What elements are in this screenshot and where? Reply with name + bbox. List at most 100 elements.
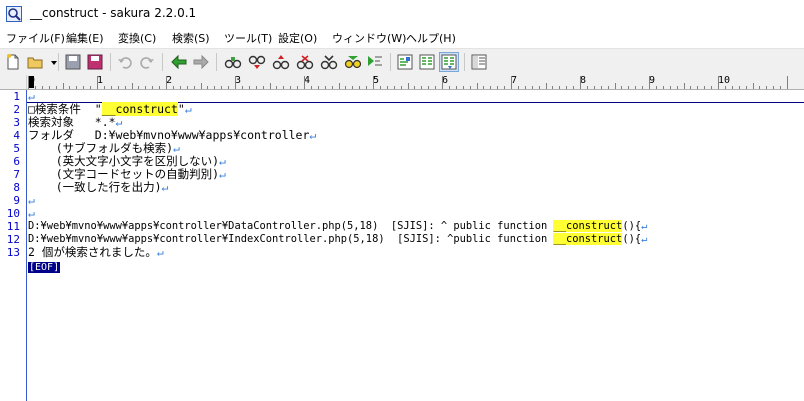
forward-arrow-icon[interactable]	[192, 53, 210, 71]
undo-icon[interactable]	[116, 53, 134, 71]
editor-line: (一致した行を出力)↵	[28, 180, 169, 194]
editor-line: 2 個が検索されました。↵	[28, 246, 164, 259]
menu-help[interactable]: ヘルプ(H)	[406, 30, 456, 46]
outline-icon[interactable]	[396, 53, 414, 71]
ruler-tick	[711, 86, 713, 89]
ruler-tick	[504, 86, 506, 89]
window-list-icon[interactable]	[470, 53, 488, 71]
ruler-tick	[724, 86, 726, 89]
ruler-tick	[207, 86, 209, 89]
eol-mark: ↵	[156, 245, 164, 259]
ruler-tick	[310, 86, 312, 89]
toolbar-separator	[58, 53, 59, 71]
ruler: 0 1 2 3 4 5 6 7 8 9 10	[0, 75, 804, 90]
title-bar: __construct - sakura 2.2.0.1	[0, 0, 804, 28]
ruler-tick	[766, 86, 768, 89]
line-text: D:¥web¥mvno¥www¥apps¥controller¥DataCont…	[28, 220, 554, 232]
app-magnifier-icon[interactable]	[6, 6, 22, 22]
ruler-tick	[131, 83, 133, 89]
ruler-tick	[649, 76, 650, 89]
ruler-tick	[90, 86, 92, 89]
ruler-tick	[393, 86, 395, 89]
ruler-tick	[193, 86, 195, 89]
ruler-tick	[628, 86, 630, 89]
line-text: フォルダ D:¥web¥mvno¥www¥apps¥controller	[28, 128, 310, 142]
ruler-tick	[545, 83, 547, 89]
grep-output-icon[interactable]	[439, 52, 459, 72]
eol-mark: ↵	[115, 115, 123, 129]
ruler-tick	[566, 86, 568, 89]
ruler-tick	[435, 86, 437, 89]
line-number: 11	[6, 220, 20, 233]
ruler-tick	[586, 86, 588, 89]
line-number: 10	[6, 207, 20, 220]
ruler-tick	[593, 86, 595, 89]
ruler-tick	[62, 83, 64, 89]
search-prev-icon[interactable]	[272, 53, 290, 71]
back-arrow-icon[interactable]	[170, 53, 188, 71]
line-number: 12	[6, 233, 20, 246]
save-icon[interactable]	[64, 53, 82, 71]
search-icon[interactable]	[224, 53, 242, 71]
ruler-tick	[704, 86, 706, 89]
ruler-tick	[124, 86, 126, 89]
ruler-tick	[462, 86, 464, 89]
ruler-corner	[0, 75, 27, 89]
search-next-icon[interactable]	[248, 53, 266, 71]
open-folder-icon[interactable]	[26, 53, 44, 71]
editor-area[interactable]: 1 2 3 4 5 6 7 8 9 10 11 12 13 ↵ □検索条件 "_…	[0, 90, 804, 401]
ruler-tick	[241, 86, 243, 89]
ruler-tick	[331, 86, 333, 89]
ruler-tick	[573, 86, 575, 89]
replace-icon[interactable]	[296, 53, 314, 71]
ruler-tick	[138, 86, 140, 89]
eol-mark: ↵	[641, 220, 648, 232]
ruler-tick	[642, 86, 644, 89]
clear-mark-icon[interactable]	[320, 53, 338, 71]
ruler-tick	[179, 86, 181, 89]
editor-line: ↵	[28, 207, 35, 220]
ruler-tick	[34, 86, 36, 89]
menu-settings[interactable]: 設定(O)	[278, 30, 317, 46]
ruler-tick	[297, 86, 299, 89]
menu-search[interactable]: 検索(S)	[172, 30, 210, 46]
menu-tools[interactable]: ツール(T)	[224, 30, 272, 46]
new-file-icon[interactable]	[4, 53, 22, 71]
eol-mark: ↵	[28, 193, 35, 207]
redo-icon[interactable]	[138, 53, 156, 71]
grep-icon[interactable]	[344, 53, 362, 71]
menu-convert[interactable]: 変換(C)	[118, 30, 156, 46]
menu-edit[interactable]: 編集(E)	[66, 30, 104, 46]
ruler-tick	[41, 86, 43, 89]
ruler-tick	[276, 86, 278, 89]
ruler-tick	[745, 86, 747, 89]
line-text: (){	[622, 233, 642, 245]
ruler-tick	[221, 86, 223, 89]
ruler-tick	[97, 76, 98, 89]
ruler-tick	[228, 86, 230, 89]
menu-file[interactable]: ファイル(F)	[6, 30, 65, 46]
toolbar-separator	[390, 53, 391, 71]
eol-mark: ↵	[309, 128, 317, 142]
eol-mark: ↵	[184, 102, 192, 116]
open-dropdown-icon[interactable]	[45, 53, 57, 71]
ruler-tick	[738, 86, 740, 89]
ruler-tick	[255, 86, 257, 89]
line-number: 4	[13, 129, 20, 142]
ruler-tick	[145, 86, 147, 89]
ruler-tick	[538, 86, 540, 89]
compare-icon[interactable]	[418, 53, 436, 71]
ruler-number: 10	[718, 75, 731, 86]
ruler-tick	[511, 76, 512, 89]
ruler-tick	[559, 86, 561, 89]
line-number: 3	[13, 116, 20, 129]
ruler-tick	[469, 86, 471, 89]
ruler-tick	[676, 86, 678, 89]
menu-window[interactable]: ウィンドウ(W)	[332, 30, 406, 46]
tag-jump-icon[interactable]	[366, 53, 384, 71]
save-all-icon[interactable]	[86, 53, 104, 71]
line-number: 1	[13, 90, 20, 103]
ruler-tick	[103, 86, 105, 89]
eol-mark: ↵	[161, 180, 169, 194]
ruler-tick	[476, 83, 478, 89]
